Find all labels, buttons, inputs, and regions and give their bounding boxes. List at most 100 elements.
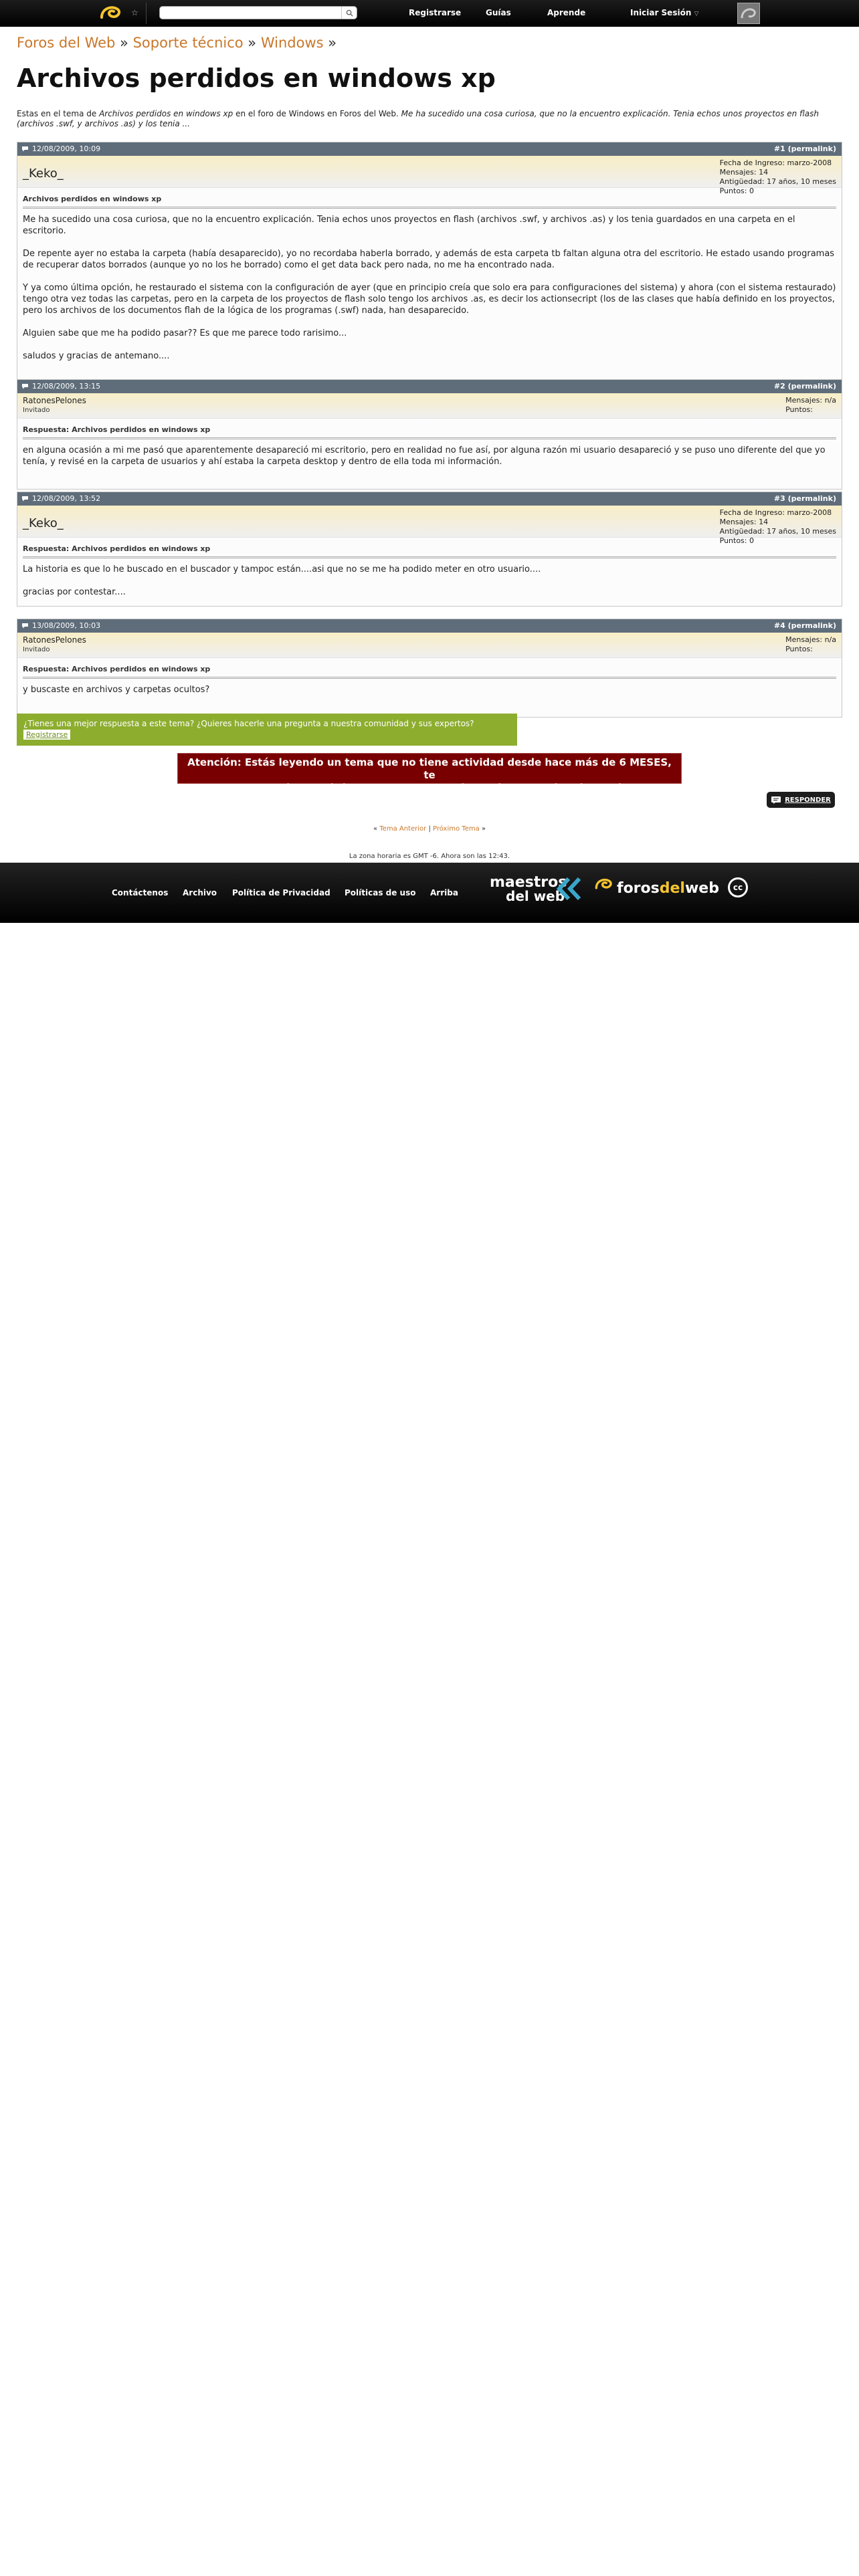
- search-box: [159, 6, 357, 19]
- post-2: 12/08/2009, 13:15 #2 (permalink) Ratones…: [17, 379, 842, 490]
- post-author[interactable]: _Keko_: [23, 516, 64, 530]
- post-icon: [22, 384, 28, 389]
- inactive-topic-alert: Atención: Estás leyendo un tema que no t…: [177, 753, 682, 794]
- post-4: 13/08/2009, 10:03 #4 (permalink) Ratones…: [17, 619, 842, 718]
- favorite-star-icon[interactable]: ☆: [131, 8, 138, 17]
- alert-line-2: recomendamos abrir un Nuevo tema en luga…: [233, 782, 626, 794]
- breadcrumb-link-windows[interactable]: Windows: [261, 35, 324, 51]
- reply-icon: [771, 796, 781, 804]
- post-1: 12/08/2009, 10:09 #1 (permalink) _Keko_ …: [17, 142, 842, 384]
- post-number-label: #2: [773, 382, 785, 391]
- intro-topic: Archivos perdidos en windows xp: [99, 109, 233, 118]
- permalink[interactable]: permalink: [791, 621, 833, 630]
- post-number: #1 (permalink): [773, 144, 836, 153]
- permalink[interactable]: permalink: [791, 382, 833, 391]
- page-title: Archivos perdidos en windows xp: [17, 64, 496, 93]
- brand-foros: foros: [617, 880, 660, 897]
- user-role: Invitado: [23, 407, 50, 414]
- user-join-date: Fecha de Ingreso: marzo-2008: [719, 158, 832, 167]
- post-author: RatonesPelones: [23, 635, 86, 645]
- user-message-count: Mensajes: n/a: [785, 396, 836, 405]
- breadcrumb: Foros del Web » Soporte técnico » Window…: [17, 35, 337, 51]
- post-paragraph: Y ya como última opción, he restaurado e…: [23, 283, 836, 316]
- footer: Contáctenos Archivo Política de Privacid…: [0, 863, 859, 923]
- top-bar: ☆ Registrarse Guías Aprende Iniciar Sesi…: [0, 0, 859, 27]
- brand-web: web: [684, 880, 719, 897]
- nav-guias[interactable]: Guías: [486, 8, 511, 17]
- user-points: Puntos: 0: [719, 187, 754, 195]
- previous-topic-link[interactable]: Tema Anterior: [379, 825, 426, 833]
- post-paragraph: Me ha sucedido una cosa curiosa, que no …: [23, 215, 795, 236]
- post-paragraph: La historia es que lo he buscado en el b…: [23, 564, 541, 574]
- permalink[interactable]: permalink: [791, 144, 833, 153]
- divider: [146, 3, 147, 24]
- user-role: Invitado: [23, 646, 50, 653]
- topic-navigation: « Tema Anterior | Próximo Tema »: [373, 825, 486, 833]
- post-icon: [22, 146, 28, 152]
- intro-middle: en el foro de Windows en Foros del Web.: [233, 109, 401, 118]
- user-stats: Mensajes: n/a Puntos:: [785, 635, 836, 654]
- nav-aprende[interactable]: Aprende: [547, 8, 585, 17]
- nav-registrarse[interactable]: Registrarse: [409, 8, 461, 17]
- forosdelweb-logo-icon[interactable]: [99, 4, 123, 21]
- footer-link-contactenos[interactable]: Contáctenos: [112, 888, 168, 897]
- user-join-date: Fecha de Ingreso: marzo-2008: [719, 508, 832, 517]
- user-stats: Mensajes: n/a Puntos:: [785, 396, 836, 415]
- delweb-text: del web: [506, 888, 565, 904]
- register-cta: ¿Tienes una mejor respuesta a este tema?…: [17, 714, 517, 746]
- user-points: Puntos:: [785, 405, 813, 414]
- user-message-count: Mensajes: n/a: [785, 635, 836, 644]
- timezone-info: La zona horaria es GMT -6. Ahora son las…: [349, 853, 510, 860]
- post-icon: [22, 623, 28, 629]
- reply-button[interactable]: RESPONDER: [767, 792, 835, 808]
- footer-link-arriba[interactable]: Arriba: [430, 888, 458, 897]
- post-header: 12/08/2009, 13:15 #2 (permalink): [17, 380, 842, 393]
- user-points: Puntos:: [785, 645, 813, 653]
- maestros-chevron-icon: [557, 877, 581, 900]
- post-number-label: #4: [773, 621, 785, 630]
- post-3: 12/08/2009, 13:52 #3 (permalink) _Keko_ …: [17, 492, 842, 607]
- reply-button-label: RESPONDER: [785, 796, 831, 804]
- user-info: RatonesPelones Invitado Mensajes: n/a Pu…: [17, 633, 842, 658]
- forosdelweb-brand[interactable]: forosdelweb: [617, 880, 719, 897]
- user-stats: Fecha de Ingreso: marzo-2008 Mensajes: 1…: [720, 508, 836, 546]
- user-seniority: Antigüedad: 17 años, 10 meses: [719, 177, 836, 186]
- alert-line-1: Atención: Estás leyendo un tema que no t…: [187, 756, 672, 781]
- search-input[interactable]: [164, 8, 341, 19]
- post-date: 12/08/2009, 13:52: [32, 494, 101, 503]
- post-number-label: #1: [773, 144, 785, 153]
- post-author[interactable]: _Keko_: [23, 167, 64, 181]
- nav-iniciar-sesion[interactable]: Iniciar Sesión ▽: [630, 8, 698, 17]
- post-date: 13/08/2009, 10:03: [32, 621, 101, 630]
- footer-link-politicas-uso[interactable]: Políticas de uso: [345, 888, 415, 897]
- breadcrumb-link-foros[interactable]: Foros del Web: [17, 35, 115, 51]
- avatar[interactable]: [737, 3, 760, 24]
- register-button[interactable]: Registrarse: [23, 730, 71, 740]
- brand-del: del: [659, 880, 685, 897]
- user-message-count: Mensajes: 14: [719, 518, 769, 526]
- permalink[interactable]: permalink: [791, 494, 833, 503]
- footer-link-privacidad[interactable]: Política de Privacidad: [232, 888, 330, 897]
- post-body: Respuesta: Archivos perdidos en windows …: [17, 538, 842, 606]
- next-topic-link[interactable]: Próximo Tema: [433, 825, 480, 833]
- footer-link-archivo[interactable]: Archivo: [183, 888, 217, 897]
- register-cta-text: ¿Tienes una mejor respuesta a este tema?…: [23, 719, 474, 728]
- post-title: Archivos perdidos en windows xp: [23, 193, 836, 209]
- user-stats: Fecha de Ingreso: marzo-2008 Mensajes: 1…: [720, 158, 836, 196]
- user-avatar-icon: [741, 8, 756, 19]
- post-body: Archivos perdidos en windows xp Me ha su…: [17, 188, 842, 383]
- post-title: Respuesta: Archivos perdidos en windows …: [23, 543, 836, 558]
- breadcrumb-link-soporte[interactable]: Soporte técnico: [133, 35, 244, 51]
- post-icon: [22, 496, 28, 502]
- forosdelweb-footer-logo-icon: [595, 878, 612, 889]
- user-info: _Keko_ Fecha de Ingreso: marzo-2008 Mens…: [17, 156, 842, 195]
- creative-commons-icon[interactable]: cc: [728, 877, 748, 897]
- post-title: Respuesta: Archivos perdidos en windows …: [23, 663, 836, 679]
- intro-prefix: Estas en el tema de: [17, 109, 100, 118]
- post-body: Respuesta: Archivos perdidos en windows …: [17, 658, 842, 717]
- maestrosdelweb-logo[interactable]: maestros del web: [490, 875, 567, 904]
- search-icon: [346, 9, 353, 17]
- post-paragraph: en alguna ocasión a mi me pasó que apare…: [23, 445, 826, 467]
- search-button[interactable]: [341, 7, 357, 19]
- user-points: Puntos: 0: [719, 536, 754, 545]
